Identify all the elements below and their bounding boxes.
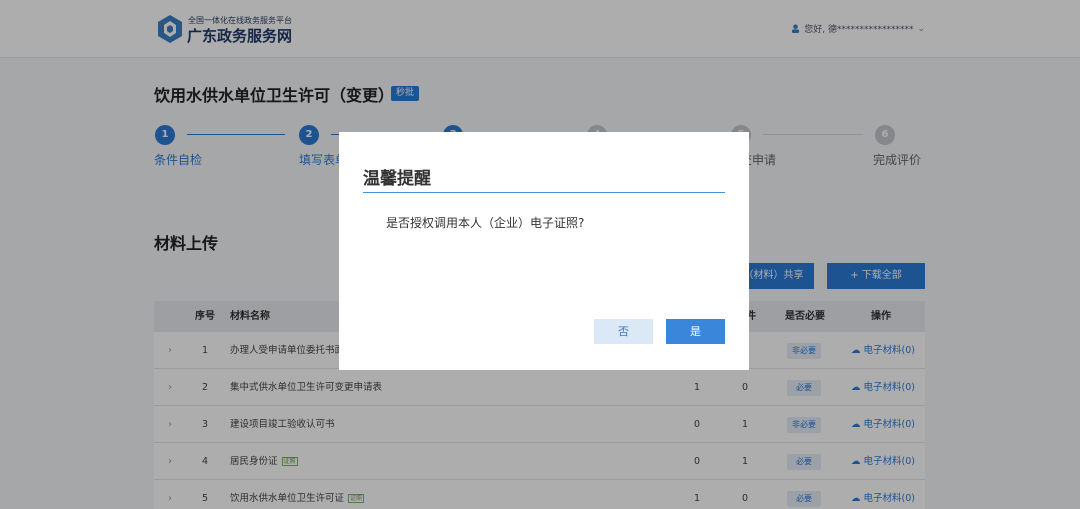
no-button[interactable]: 否 xyxy=(594,319,653,344)
dialog-divider xyxy=(363,192,725,193)
dialog-message: 是否授权调用本人（企业）电子证照? xyxy=(386,216,585,230)
yes-button[interactable]: 是 xyxy=(666,319,725,344)
dialog-title: 温馨提醒 xyxy=(363,169,431,189)
authorization-dialog: 温馨提醒 是否授权调用本人（企业）电子证照? 否 是 xyxy=(339,132,749,370)
